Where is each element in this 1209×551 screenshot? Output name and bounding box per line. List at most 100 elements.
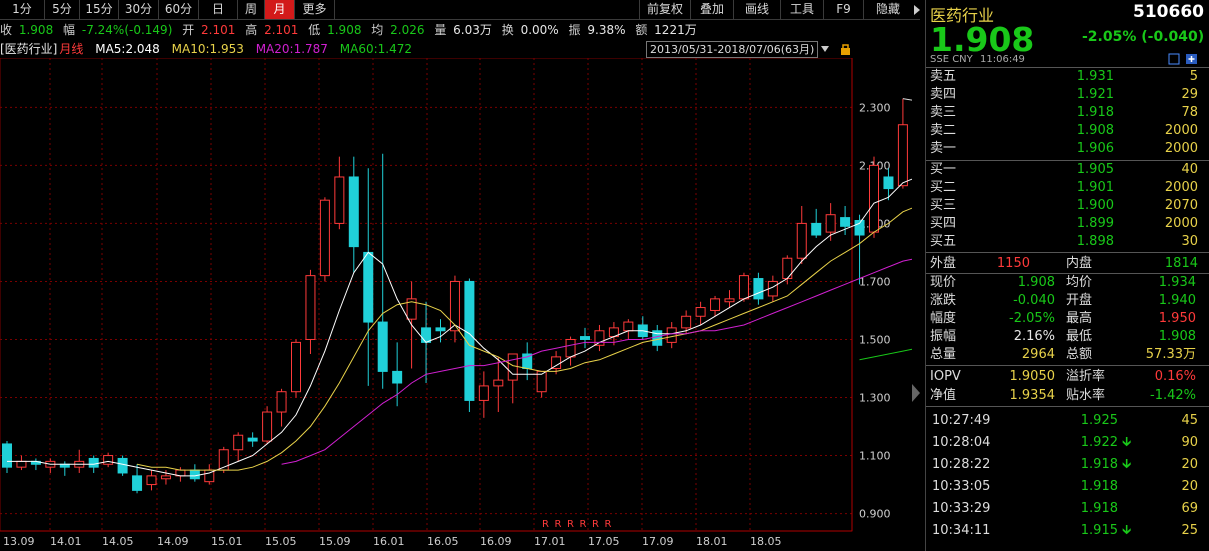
orderbook-price: 1.899 xyxy=(1076,216,1114,231)
candle-body xyxy=(421,327,432,343)
tick-row[interactable]: 10:28:04 1.922 🡳 90 xyxy=(932,432,1198,454)
candle-body xyxy=(189,469,200,480)
candle-body xyxy=(724,298,735,303)
tick-price: 1.925 xyxy=(1080,413,1118,428)
orderbook-row[interactable]: 卖二 1.908 2000 xyxy=(930,122,1198,140)
period-tab-4[interactable]: 30分 xyxy=(119,0,159,19)
orderbook-row[interactable]: 卖五 1.931 5 xyxy=(930,68,1198,86)
orderbook-price: 1.905 xyxy=(1076,162,1114,177)
tick-row[interactable]: 10:33:29 1.918 69 xyxy=(932,498,1198,520)
tick-row[interactable]: 10:33:05 1.918 20 xyxy=(932,476,1198,498)
tick-row[interactable]: 10:28:22 1.918 🡳 20 xyxy=(932,454,1198,476)
tick-time: 10:34:11 xyxy=(932,523,991,538)
candle-body xyxy=(753,278,764,300)
close-value: 1.908 xyxy=(18,23,54,37)
r-mark: R xyxy=(542,519,549,530)
stat-value: 1.950 xyxy=(1158,311,1196,326)
period-tab-5[interactable]: 60分 xyxy=(159,0,199,19)
price-change: -2.05% (-0.040) xyxy=(1082,29,1205,45)
orderbook-row[interactable]: 卖四 1.921 29 xyxy=(930,86,1198,104)
orderbook-row[interactable]: 卖三 1.918 78 xyxy=(930,104,1198,122)
candle-body xyxy=(681,315,692,329)
amount-value: 1221万 xyxy=(654,23,697,37)
ma20-legend: MA20:1.787 xyxy=(255,42,328,56)
period-tab-3[interactable]: 15分 xyxy=(80,0,119,19)
tick-volume: 20 xyxy=(1181,479,1198,494)
ma10-legend: MA10:1.953 xyxy=(171,42,244,56)
stock-code: 510660 xyxy=(1133,2,1204,22)
stat-label: 振幅 xyxy=(930,329,957,344)
candlestick-chart[interactable]: 2.3002.1001.9001.7001.5001.3001.1000.900… xyxy=(0,58,912,551)
panel-collapse-icon[interactable] xyxy=(912,384,920,402)
stat-value: 2964 xyxy=(1021,347,1055,362)
orderbook-row[interactable]: 买二 1.901 2000 xyxy=(930,179,1198,197)
orderbook-volume: 29 xyxy=(1181,87,1198,102)
open-label: 开 xyxy=(182,23,195,37)
candle-body xyxy=(594,330,605,346)
toolbar-button-0[interactable]: 前复权 xyxy=(639,0,690,19)
candle-body xyxy=(117,457,128,474)
stat-value: 1.940 xyxy=(1158,293,1196,308)
orderbook-row[interactable]: 买三 1.900 2070 xyxy=(930,197,1198,215)
tick-volume: 45 xyxy=(1181,413,1198,428)
candle-body xyxy=(811,222,822,236)
candle-body xyxy=(348,176,359,248)
ma60-legend: MA60:1.472 xyxy=(339,42,412,56)
range-label: 幅 xyxy=(63,23,76,37)
orderbook-price: 1.898 xyxy=(1076,234,1114,249)
period-tab-1[interactable]: 1分 xyxy=(0,0,45,19)
period-tab-9[interactable]: 更多 xyxy=(295,0,335,19)
range-controls[interactable] xyxy=(821,44,855,56)
volume-value: 6.03万 xyxy=(453,23,492,37)
panel-icons[interactable] xyxy=(1168,53,1200,65)
iopv-label: IOPV xyxy=(930,369,961,384)
candle-body xyxy=(334,176,345,224)
candle-body xyxy=(623,321,634,332)
date-range-box[interactable]: 2013/05/31-2018/07/06(63月) xyxy=(646,41,819,58)
x-tick-label: 14.09 xyxy=(157,535,189,548)
candle-body xyxy=(16,460,27,468)
toolbar-button-1[interactable]: 叠加 xyxy=(690,0,733,19)
volume-label: 量 xyxy=(434,23,447,37)
ma-legend-row: [医药行业] 月线 MA5:2.048 MA10:1.953 MA20:1.787… xyxy=(0,41,420,57)
orderbook-row[interactable]: 卖一 1.906 2000 xyxy=(930,140,1198,158)
toolbar-button-2[interactable]: 画线 xyxy=(733,0,780,19)
premium-value: 0.16% xyxy=(1154,369,1196,384)
period-toolbar: 分时1分5分15分30分60分日周月更多前复权叠加画线工具F9隐藏 xyxy=(0,0,920,20)
ma60-line xyxy=(859,348,912,361)
candle-body xyxy=(478,385,489,401)
period-tab-6[interactable]: 日 xyxy=(199,0,238,19)
y-tick-label: 1.100 xyxy=(859,450,891,463)
orderbook-row[interactable]: 买五 1.898 30 xyxy=(930,233,1198,251)
orderbook-level: 卖一 xyxy=(930,141,957,156)
toolbar-button-4[interactable]: F9 xyxy=(823,0,863,19)
outer-label: 外盘 xyxy=(930,256,957,271)
quote-time: 11:06:49 xyxy=(980,54,1025,65)
tick-row[interactable]: 10:27:49 1.925 45 xyxy=(932,410,1198,432)
candle-body xyxy=(565,338,576,358)
orderbook-row[interactable]: 买一 1.905 40 xyxy=(930,161,1198,179)
period-tab-8[interactable]: 月 xyxy=(265,0,295,19)
toolbar-button-3[interactable]: 工具 xyxy=(780,0,823,19)
discount-label: 贴水率 xyxy=(1066,388,1106,403)
period-tab-7[interactable]: 周 xyxy=(238,0,265,19)
period-tab-2[interactable]: 5分 xyxy=(45,0,80,19)
x-tick-label: 15.01 xyxy=(211,535,243,548)
ohlc-info-row: 收 1.908 幅 -7.24%(-0.149) 开 2.101 高 2.101… xyxy=(0,21,703,39)
candle-body xyxy=(493,379,504,387)
orderbook-row[interactable]: 买四 1.899 2000 xyxy=(930,215,1198,233)
plot-area xyxy=(0,58,853,532)
down-arrow-icon: 🡳 xyxy=(1122,457,1132,472)
candle-body xyxy=(825,214,836,233)
toolbar-button-5[interactable]: 隐藏 xyxy=(863,0,920,19)
orderbook-volume: 2000 xyxy=(1164,216,1198,231)
x-tick-label: 13.09 xyxy=(3,535,35,548)
orderbook-level: 卖二 xyxy=(930,123,957,138)
tick-row[interactable]: 10:34:11 1.915 🡳 25 xyxy=(932,520,1198,542)
open-value: 2.101 xyxy=(201,23,236,37)
candle-body xyxy=(449,280,460,332)
orderbook-level: 卖五 xyxy=(930,69,957,84)
candle-body xyxy=(666,327,677,343)
candle-body xyxy=(247,437,258,442)
tick-price: 1.918 xyxy=(1080,479,1118,494)
